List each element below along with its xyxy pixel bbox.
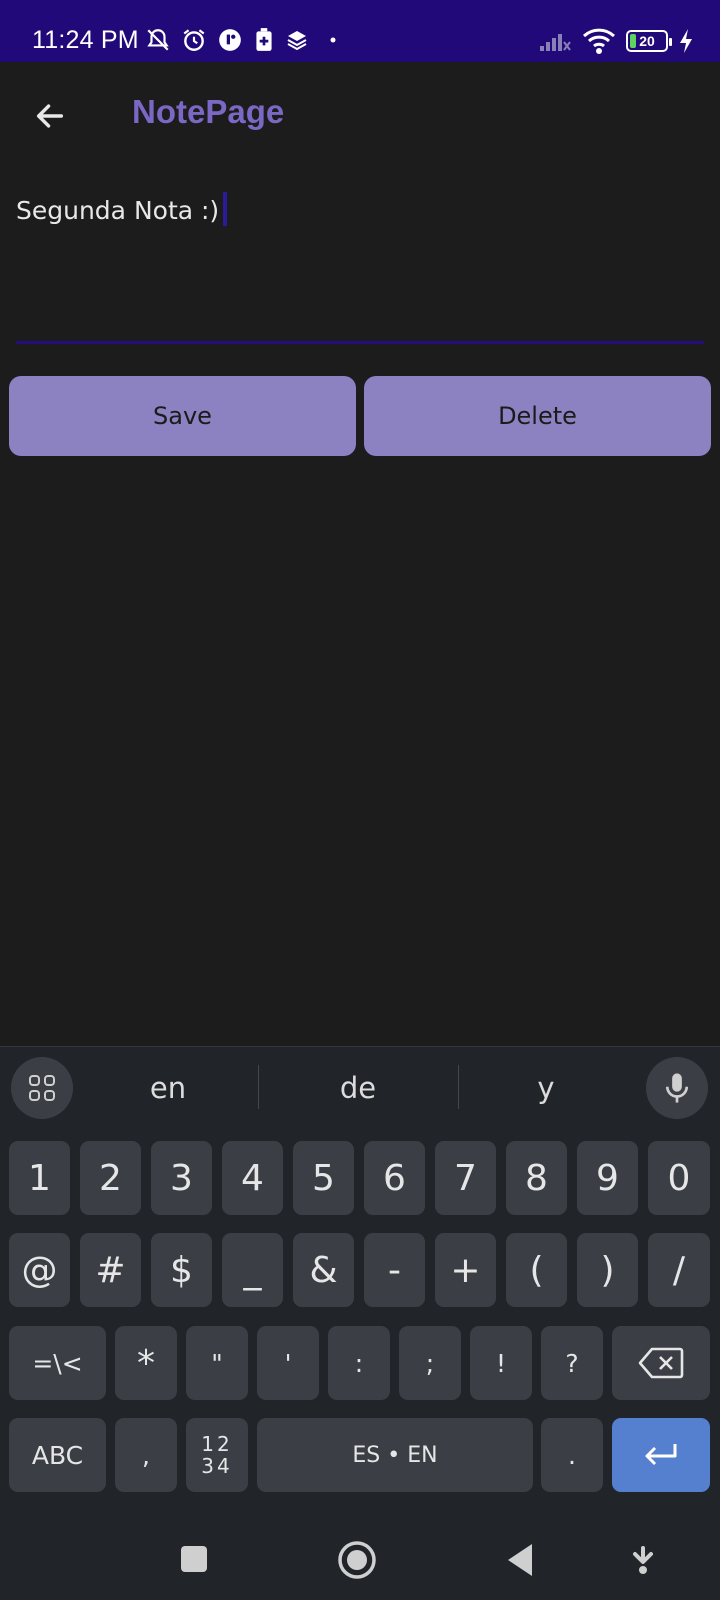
- key-plus[interactable]: +: [435, 1233, 496, 1307]
- bell-off-icon: [147, 29, 169, 51]
- note-text-line: Segunda Nota :): [16, 192, 228, 226]
- home-icon[interactable]: [337, 1540, 377, 1580]
- key-hash[interactable]: #: [80, 1233, 141, 1307]
- key-close-paren[interactable]: ): [577, 1233, 638, 1307]
- save-button[interactable]: Save: [9, 376, 356, 456]
- layers-icon: [287, 31, 307, 51]
- key-question[interactable]: ?: [541, 1326, 603, 1400]
- key-9[interactable]: 9: [577, 1141, 638, 1215]
- key-5[interactable]: 5: [293, 1141, 354, 1215]
- key-slash[interactable]: /: [648, 1233, 710, 1307]
- status-icons-right: 20: [538, 27, 694, 55]
- microphone-icon: [665, 1073, 689, 1103]
- number-pad-top: 12: [201, 1432, 233, 1456]
- enter-key[interactable]: [612, 1418, 710, 1492]
- key-7[interactable]: 7: [435, 1141, 496, 1215]
- key-8[interactable]: 8: [506, 1141, 567, 1215]
- app-bar: NotePage: [0, 62, 720, 166]
- keyboard: en de y 1 2 3 4 5 6 7 8 9 0 @ # $ _ & - …: [0, 1046, 720, 1600]
- navigation-bar: [0, 1520, 720, 1600]
- key-0[interactable]: 0: [648, 1141, 710, 1215]
- key-6[interactable]: 6: [364, 1141, 425, 1215]
- battery-level: 20: [639, 33, 655, 49]
- key-comma[interactable]: ,: [115, 1418, 177, 1492]
- suggestion-item[interactable]: y: [486, 1071, 606, 1105]
- key-4[interactable]: 4: [222, 1141, 283, 1215]
- charging-icon: [680, 29, 692, 53]
- suggestion-divider: [458, 1065, 459, 1109]
- grid-icon: [29, 1075, 55, 1101]
- key-at[interactable]: @: [9, 1233, 70, 1307]
- key-exclamation[interactable]: !: [470, 1326, 532, 1400]
- key-ampersand[interactable]: &: [293, 1233, 354, 1307]
- key-minus[interactable]: -: [364, 1233, 425, 1307]
- status-icons-left: [145, 27, 339, 53]
- status-bar: 11:24 PM 20: [0, 0, 720, 62]
- back-nav-icon[interactable]: [506, 1542, 536, 1578]
- abc-key[interactable]: ABC: [9, 1418, 106, 1492]
- backspace-icon: [638, 1347, 684, 1379]
- key-colon[interactable]: :: [328, 1326, 390, 1400]
- suggestion-item[interactable]: de: [298, 1071, 418, 1105]
- suggestion-item[interactable]: en: [108, 1071, 228, 1105]
- enter-icon: [645, 1444, 677, 1466]
- key-2[interactable]: 2: [80, 1141, 141, 1215]
- key-double-quote[interactable]: ": [186, 1326, 248, 1400]
- key-more-symbols[interactable]: =\<: [9, 1326, 106, 1400]
- note-editor[interactable]: Segunda Nota :): [16, 180, 704, 344]
- text-caret: [223, 192, 228, 226]
- number-pad-key[interactable]: 12 34: [186, 1418, 248, 1492]
- wifi-icon: [582, 28, 616, 54]
- signal-icon: [540, 34, 571, 51]
- battery-saver-icon: [256, 28, 272, 51]
- number-pad-bottom: 34: [201, 1454, 233, 1478]
- dot-icon: [330, 37, 336, 43]
- arrow-left-icon: [36, 104, 64, 128]
- back-button[interactable]: [22, 88, 78, 144]
- status-time: 11:24 PM: [32, 26, 139, 54]
- battery-icon: 20: [626, 30, 672, 52]
- key-single-quote[interactable]: ': [257, 1326, 319, 1400]
- key-dollar[interactable]: $: [151, 1233, 212, 1307]
- space-key[interactable]: ES • EN: [257, 1418, 533, 1492]
- key-1[interactable]: 1: [9, 1141, 70, 1215]
- key-3[interactable]: 3: [151, 1141, 212, 1215]
- delete-button[interactable]: Delete: [364, 376, 711, 456]
- backspace-key[interactable]: [612, 1326, 710, 1400]
- hide-keyboard-icon[interactable]: [629, 1546, 657, 1576]
- recents-icon[interactable]: [179, 1544, 209, 1574]
- key-underscore[interactable]: _: [222, 1233, 283, 1307]
- suggestion-bar: en de y: [0, 1047, 720, 1129]
- keyboard-apps-button[interactable]: [11, 1057, 73, 1119]
- suggestion-divider: [258, 1065, 259, 1109]
- app-icon: [219, 29, 241, 51]
- key-asterisk[interactable]: *: [115, 1326, 177, 1400]
- key-semicolon[interactable]: ;: [399, 1326, 461, 1400]
- voice-input-button[interactable]: [646, 1057, 708, 1119]
- key-open-paren[interactable]: (: [506, 1233, 567, 1307]
- alarm-icon: [183, 29, 205, 51]
- page-title: NotePage: [132, 93, 285, 130]
- key-period[interactable]: .: [541, 1418, 603, 1492]
- note-text: Segunda Nota :): [16, 196, 220, 225]
